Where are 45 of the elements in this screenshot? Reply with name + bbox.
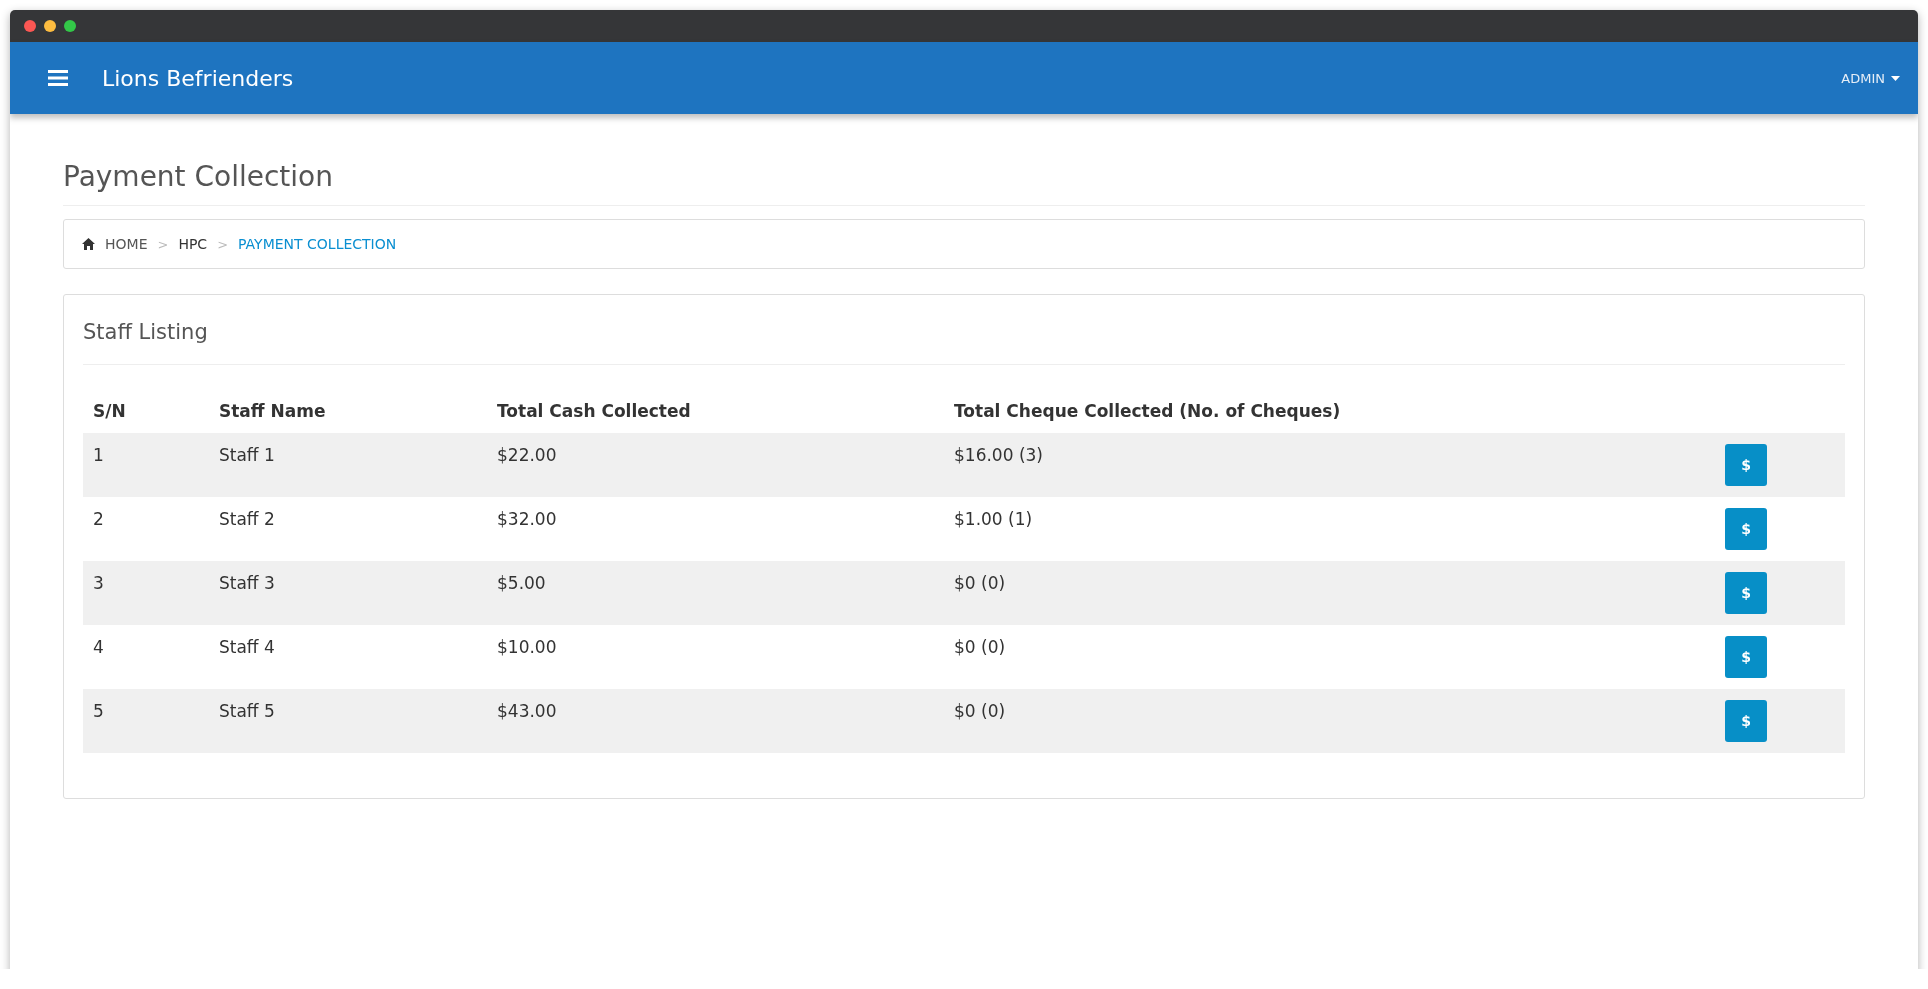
menu-button[interactable] xyxy=(48,69,68,87)
breadcrumb-link[interactable]: HPC xyxy=(178,236,208,252)
table-cell: 4 xyxy=(83,625,209,689)
breadcrumb-separator: > xyxy=(217,236,229,252)
column-header: Staff Name xyxy=(209,401,487,433)
breadcrumb-link[interactable]: PAYMENT COLLECTION xyxy=(238,236,397,252)
menu-icon xyxy=(48,69,68,87)
column-header: Total Cash Collected xyxy=(487,401,944,433)
table-cell: $32.00 xyxy=(487,497,944,561)
page-title: Payment Collection xyxy=(63,160,1865,206)
table-cell: Staff 2 xyxy=(209,497,487,561)
table-cell: Staff 1 xyxy=(209,433,487,497)
collect-payment-button[interactable]: $ xyxy=(1725,700,1767,742)
table-cell: $0 (0) xyxy=(944,625,1725,689)
table-cell: $5.00 xyxy=(487,561,944,625)
user-menu[interactable]: ADMIN xyxy=(1841,70,1900,86)
table-cell: 2 xyxy=(83,497,209,561)
table-cell: 3 xyxy=(83,561,209,625)
table-cell: 1 xyxy=(83,433,209,497)
table-cell: $16.00 (3) xyxy=(944,433,1725,497)
maximize-window-button[interactable] xyxy=(64,20,76,32)
table-cell: $1.00 (1) xyxy=(944,497,1725,561)
table-cell: $0 (0) xyxy=(944,689,1725,753)
breadcrumb-separator: > xyxy=(157,236,169,252)
table-cell: $43.00 xyxy=(487,689,944,753)
column-header: S/N xyxy=(83,401,209,433)
table-cell: Staff 3 xyxy=(209,561,487,625)
table-cell: 5 xyxy=(83,689,209,753)
home-icon xyxy=(82,238,95,250)
caret-icon xyxy=(1891,75,1900,81)
table-cell: $0 (0) xyxy=(944,561,1725,625)
table-cell: $22.00 xyxy=(487,433,944,497)
table-cell: Staff 4 xyxy=(209,625,487,689)
minimize-window-button[interactable] xyxy=(44,20,56,32)
table-cell: Staff 5 xyxy=(209,689,487,753)
column-header: Total Cheque Collected (No. of Cheques) xyxy=(944,401,1725,433)
collect-payment-button[interactable]: $ xyxy=(1725,636,1767,678)
close-window-button[interactable] xyxy=(24,20,36,32)
card-title: Staff Listing xyxy=(83,320,1845,365)
app-title: Lions Befrienders xyxy=(102,65,294,91)
collect-payment-button[interactable]: $ xyxy=(1725,508,1767,550)
breadcrumb-link[interactable]: HOME xyxy=(105,236,148,252)
table-cell: $10.00 xyxy=(487,625,944,689)
collect-payment-button[interactable]: $ xyxy=(1725,572,1767,614)
collect-payment-button[interactable]: $ xyxy=(1725,444,1767,486)
